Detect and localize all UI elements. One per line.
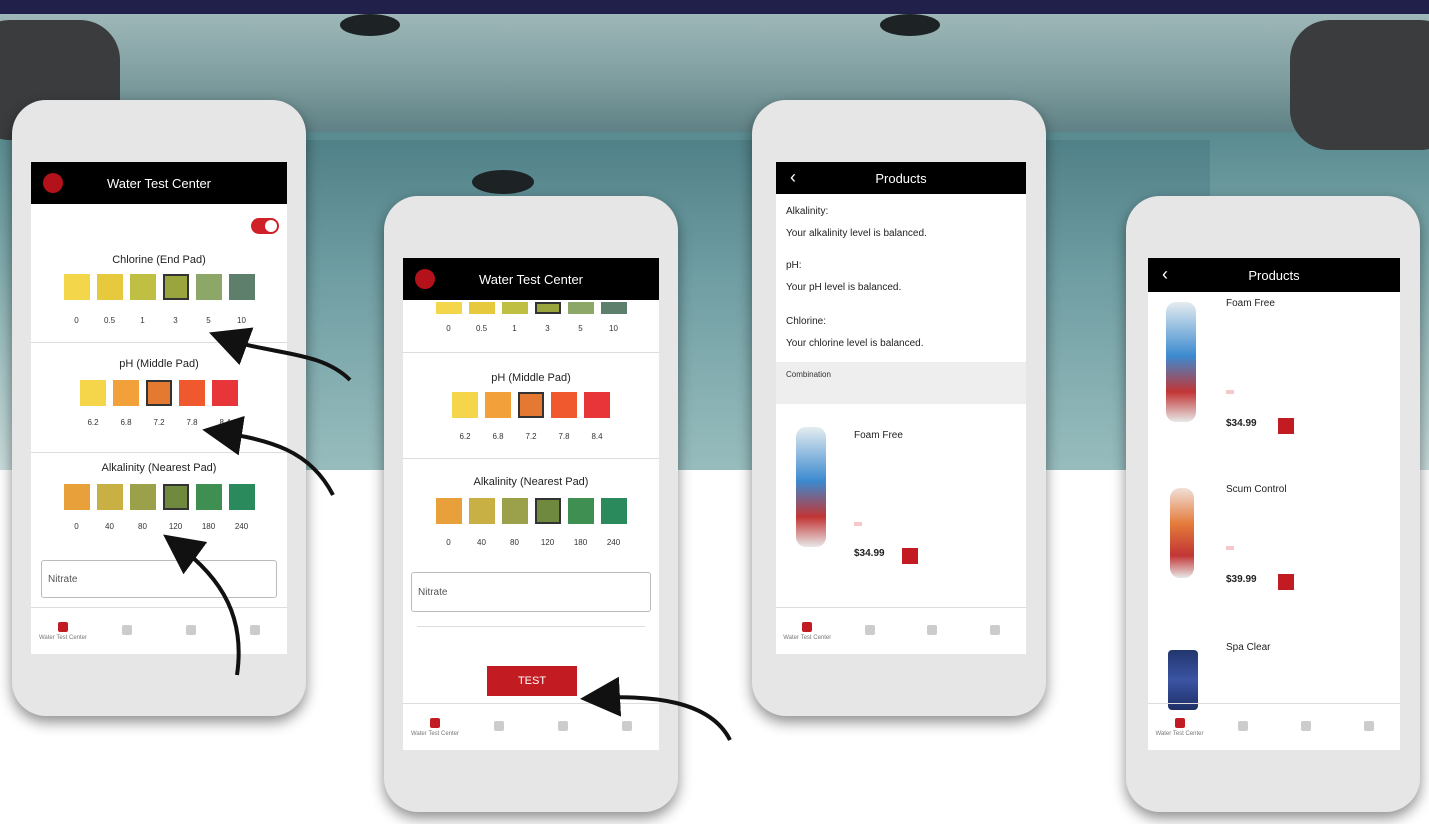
arrow-to-ph	[202, 415, 335, 496]
arrow-to-chlorine	[208, 327, 352, 382]
callout-arrows	[163, 327, 732, 741]
arrow-to-alkalinity	[163, 534, 241, 676]
arrow-to-test-button	[580, 676, 732, 741]
